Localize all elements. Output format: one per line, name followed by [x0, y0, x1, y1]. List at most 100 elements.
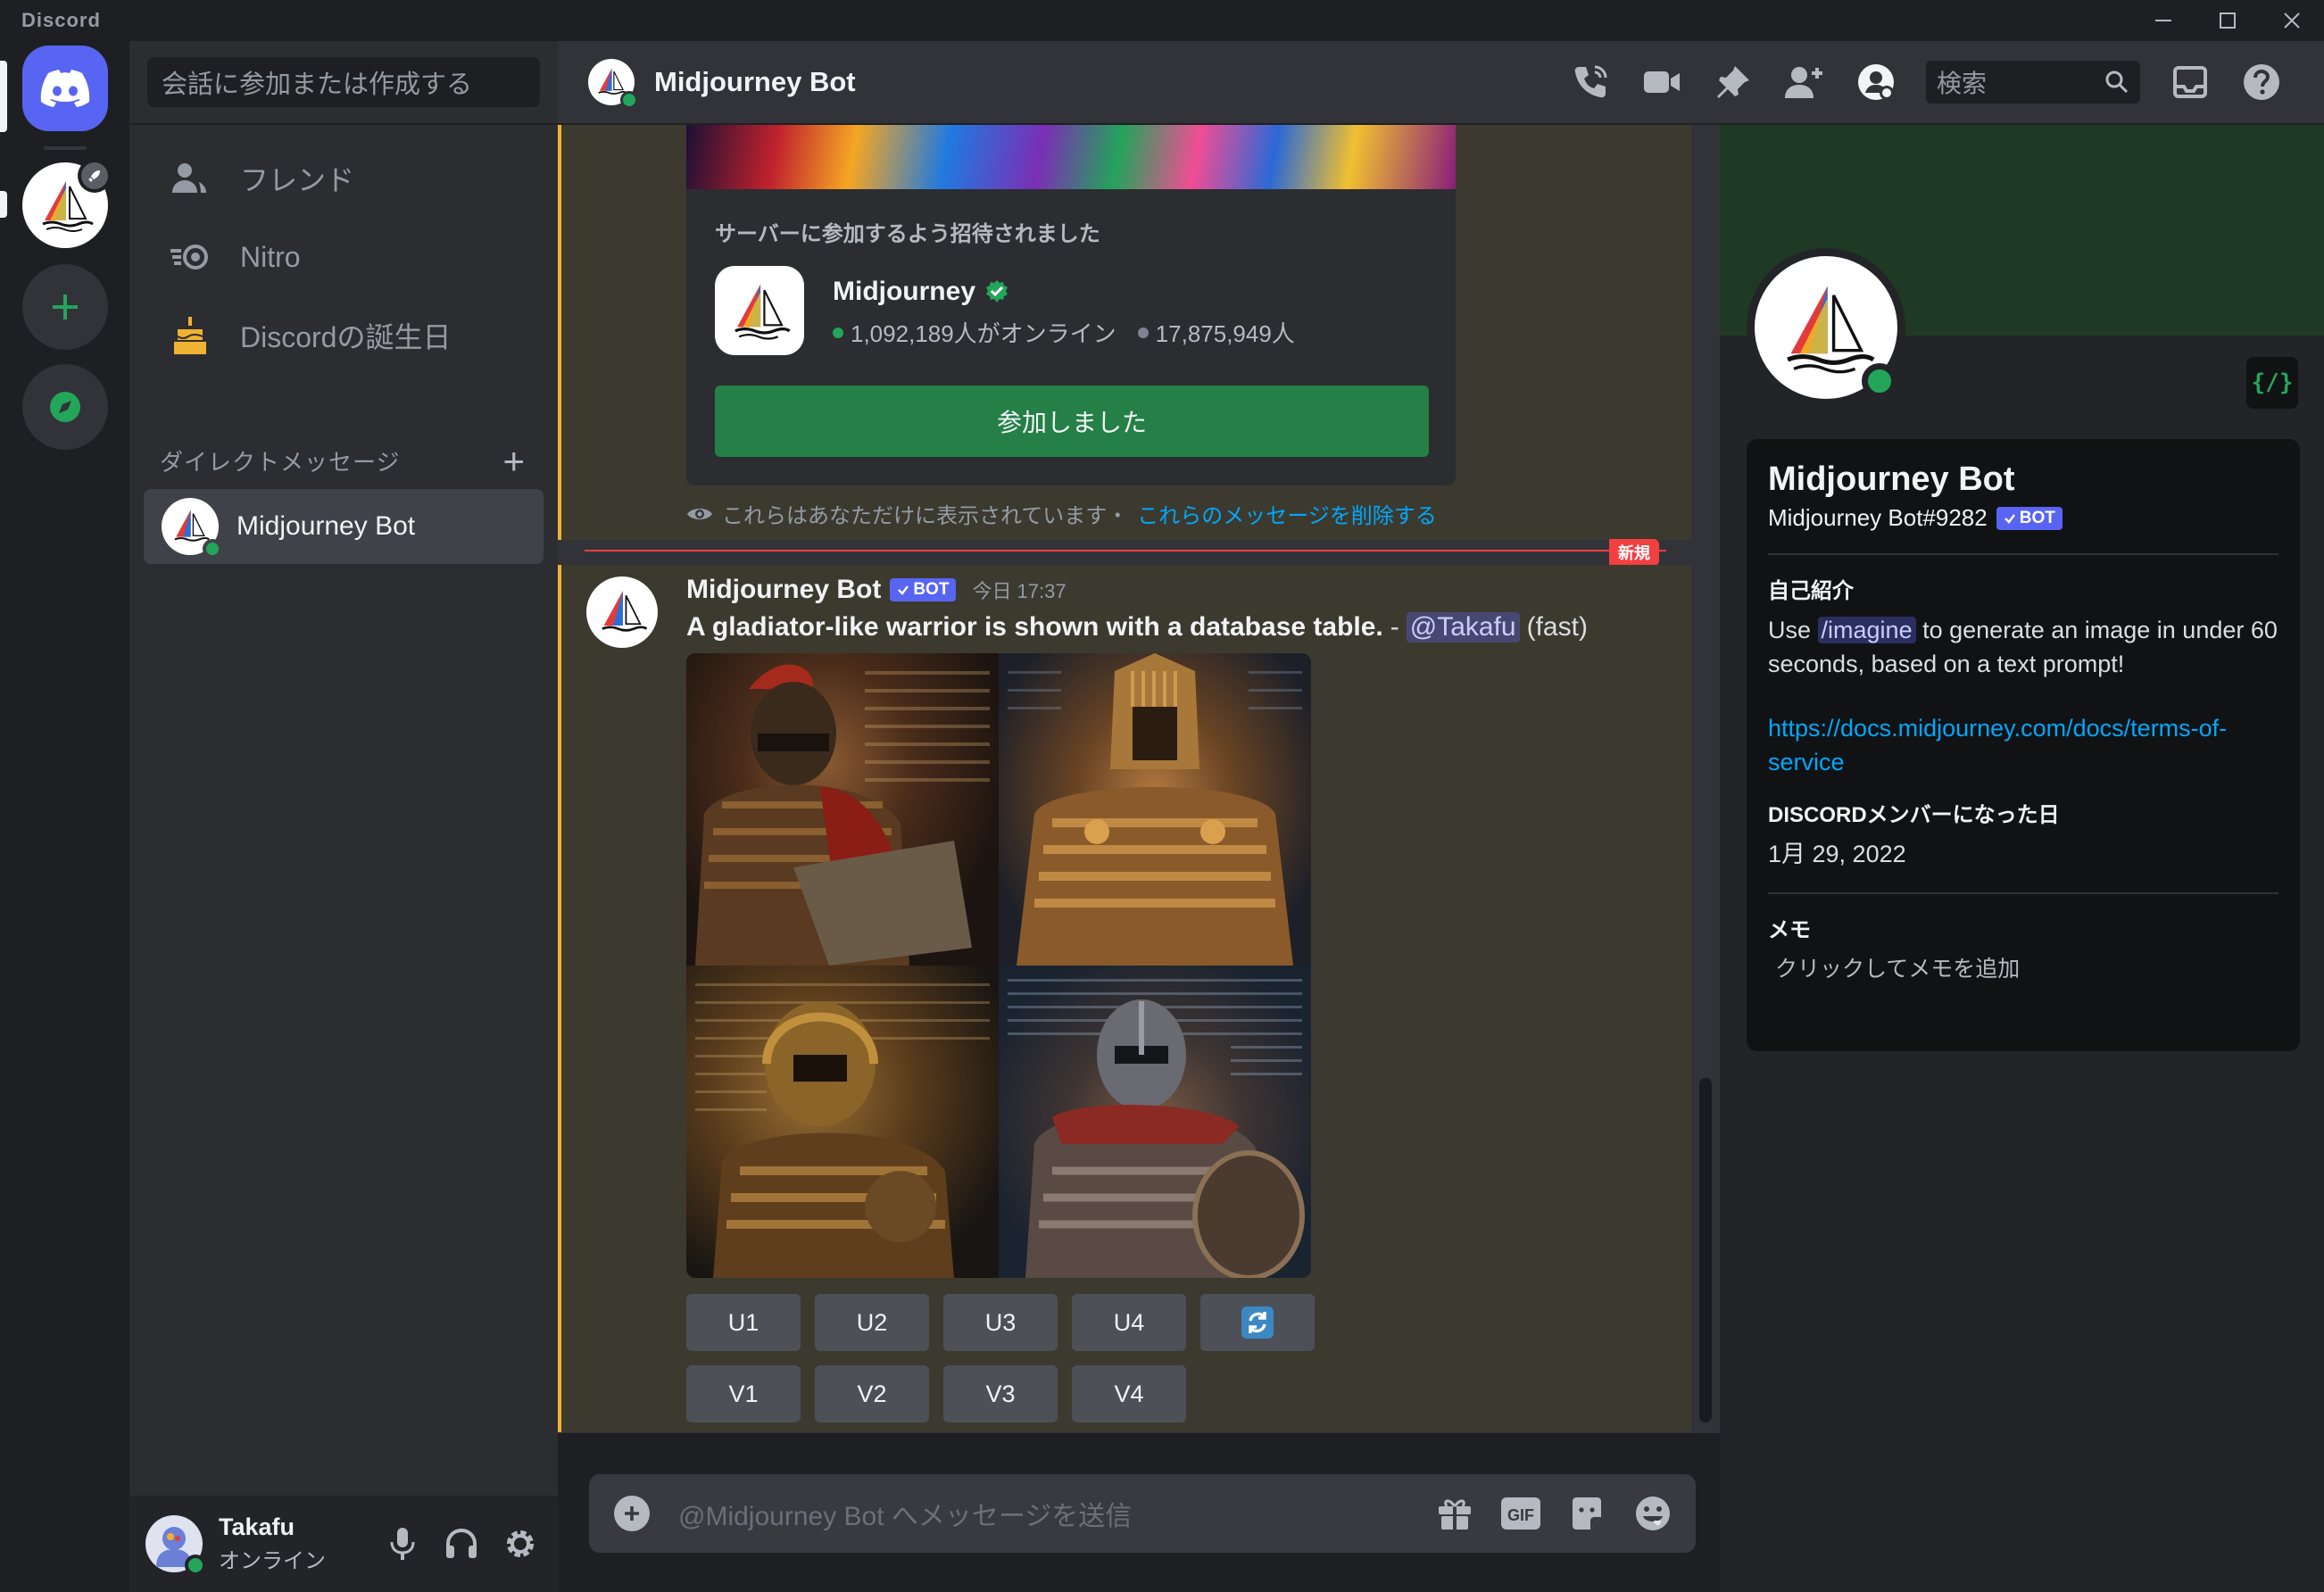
- user-profile-panel: {/} Midjourney Bot Midjourney Bot#9282 B…: [1720, 125, 2324, 1592]
- page-title: Midjourney Bot: [654, 66, 856, 97]
- voice-call-icon[interactable]: [1568, 60, 1613, 104]
- profile-toggle-icon[interactable]: [1854, 60, 1898, 104]
- minimize-icon[interactable]: [2131, 0, 2195, 41]
- user-info[interactable]: Takafu オンライン: [219, 1513, 326, 1574]
- user-mention[interactable]: @Takafu: [1406, 612, 1520, 643]
- online-status-icon: [1862, 363, 1897, 399]
- image-tile: [999, 966, 1311, 1278]
- mic-icon[interactable]: [379, 1521, 426, 1567]
- help-icon[interactable]: [2239, 60, 2284, 104]
- divider: [1768, 553, 2278, 555]
- header-search-placeholder: 検索: [1937, 70, 1988, 97]
- message-avatar[interactable]: [586, 576, 658, 648]
- home-button[interactable]: [22, 46, 108, 131]
- refresh-icon: [1241, 1306, 1274, 1339]
- pin-icon[interactable]: [1711, 60, 1755, 104]
- verified-icon: [986, 280, 1008, 303]
- nav-nitro[interactable]: Nitro: [147, 220, 540, 294]
- message-content: A gladiator-like warrior is shown with a…: [686, 612, 1588, 643]
- invite-server-icon[interactable]: [715, 266, 804, 355]
- chat-area[interactable]: サーバーに参加するよう招待されました Midjourney 1,092,189人…: [558, 125, 1720, 1433]
- invite-banner: [686, 125, 1456, 189]
- video-call-icon[interactable]: [1639, 60, 1684, 104]
- rocket-icon: [88, 170, 100, 182]
- online-status-icon: [620, 91, 638, 109]
- rail-separator: [44, 146, 87, 150]
- message-author[interactable]: Midjourney Bot: [686, 575, 881, 605]
- dm-sidebar: 会話に参加または作成する フレンド Nitro Discordの誕生日 ダイレク…: [129, 41, 558, 1592]
- close-icon[interactable]: [2260, 0, 2324, 41]
- conversation-search-input[interactable]: 会話に参加または作成する: [147, 57, 540, 107]
- note-input[interactable]: クリックしてメモを追加: [1775, 952, 2278, 986]
- variation-4-button[interactable]: V4: [1072, 1365, 1186, 1422]
- username: Takafu: [219, 1513, 295, 1540]
- ephemeral-notice: これらはあなただけに表示されています・ これらのメッセージを削除する: [686, 498, 1437, 529]
- profile-avatar[interactable]: [1747, 248, 1905, 407]
- maximize-icon[interactable]: [2195, 0, 2260, 41]
- terms-link[interactable]: https://docs.midjourney.com/docs/terms-o…: [1768, 711, 2278, 779]
- invite-member-count: 17,875,949人: [1155, 320, 1295, 347]
- dm-item-midjourney-bot[interactable]: Midjourney Bot: [144, 489, 544, 564]
- invite-server-name[interactable]: Midjourney: [833, 277, 1009, 307]
- chat-scrollbar[interactable]: [1699, 1078, 1712, 1422]
- joined-button[interactable]: 参加しました: [715, 386, 1429, 457]
- window-controls: [2131, 0, 2324, 41]
- nav-birthday-label: Discordの誕生日: [240, 321, 452, 353]
- user-status: オンライン: [219, 1549, 326, 1573]
- gif-label: GIF: [1507, 1506, 1534, 1524]
- add-friend-icon[interactable]: [1782, 60, 1827, 104]
- add-server-button[interactable]: [22, 264, 108, 350]
- generated-image-grid[interactable]: [686, 653, 1311, 1278]
- server-midjourney[interactable]: [22, 159, 112, 248]
- sticker-icon[interactable]: [1565, 1492, 1608, 1535]
- message-input[interactable]: @Midjourney Bot へメッセージを送信: [678, 1494, 1132, 1533]
- upscale-2-button[interactable]: U2: [815, 1294, 929, 1351]
- imagine-command[interactable]: /imagine: [1817, 617, 1916, 643]
- user-avatar[interactable]: [145, 1515, 206, 1576]
- variation-1-button[interactable]: V1: [686, 1365, 801, 1422]
- eye-icon: [687, 508, 712, 519]
- image-tile: [686, 653, 999, 966]
- nav-friends[interactable]: フレンド: [147, 141, 540, 216]
- upscale-1-button[interactable]: U1: [686, 1294, 801, 1351]
- avatar: [162, 498, 222, 559]
- selected-indicator: [0, 61, 7, 132]
- reroll-button[interactable]: [1200, 1294, 1315, 1351]
- online-dot: [833, 327, 843, 338]
- settings-icon[interactable]: [497, 1521, 544, 1567]
- upscale-4-button[interactable]: U4: [1072, 1294, 1186, 1351]
- upscale-3-button[interactable]: U3: [943, 1294, 1058, 1351]
- ephemeral-text: これらはあなただけに表示されています・: [722, 504, 1129, 528]
- explore-servers-button[interactable]: [22, 364, 108, 450]
- friends-icon: [165, 153, 215, 203]
- variation-2-button[interactable]: V2: [815, 1365, 929, 1422]
- about-text: Use /imagine to generate an image in und…: [1768, 613, 2278, 681]
- create-dm-icon[interactable]: +: [502, 442, 526, 479]
- slash-commands-icon[interactable]: {/}: [2246, 357, 2298, 409]
- upscale-buttons: U1 U2 U3 U4: [686, 1294, 1315, 1351]
- new-messages-badge: 新規: [1609, 539, 1659, 566]
- gift-icon[interactable]: [1433, 1492, 1476, 1535]
- gif-icon[interactable]: GIF: [1499, 1492, 1542, 1535]
- invite-server-name-text: Midjourney: [833, 277, 976, 306]
- message-composer[interactable]: @Midjourney Bot へメッセージを送信 GIF: [589, 1474, 1696, 1553]
- emoji-icon[interactable]: [1631, 1492, 1674, 1535]
- profile-display-name: Midjourney Bot: [1768, 460, 2015, 498]
- invite-heading: サーバーに参加するよう招待されました: [715, 222, 1100, 246]
- image-tile: [999, 653, 1311, 966]
- variation-3-button[interactable]: V3: [943, 1365, 1058, 1422]
- nav-birthday[interactable]: Discordの誕生日: [147, 298, 540, 373]
- members-dot: [1137, 327, 1149, 338]
- message-header: Midjourney Bot BOT 今日 17:37: [686, 575, 1067, 605]
- attach-plus-icon[interactable]: [614, 1496, 650, 1531]
- invite-stats: 1,092,189人がオンライン 17,875,949人: [833, 316, 1295, 349]
- message-timestamp: 今日 17:37: [972, 580, 1067, 602]
- unread-indicator: [0, 191, 7, 218]
- header-search-input[interactable]: 検索: [1926, 61, 2140, 104]
- inbox-icon[interactable]: [2168, 60, 2212, 104]
- headphones-icon[interactable]: [438, 1521, 485, 1567]
- divider: [1768, 892, 2278, 894]
- bot-badge: BOT: [890, 578, 957, 601]
- dismiss-messages-link[interactable]: これらのメッセージを削除する: [1137, 498, 1437, 529]
- messages-list: サーバーに参加するよう招待されました Midjourney 1,092,189人…: [558, 125, 1691, 1433]
